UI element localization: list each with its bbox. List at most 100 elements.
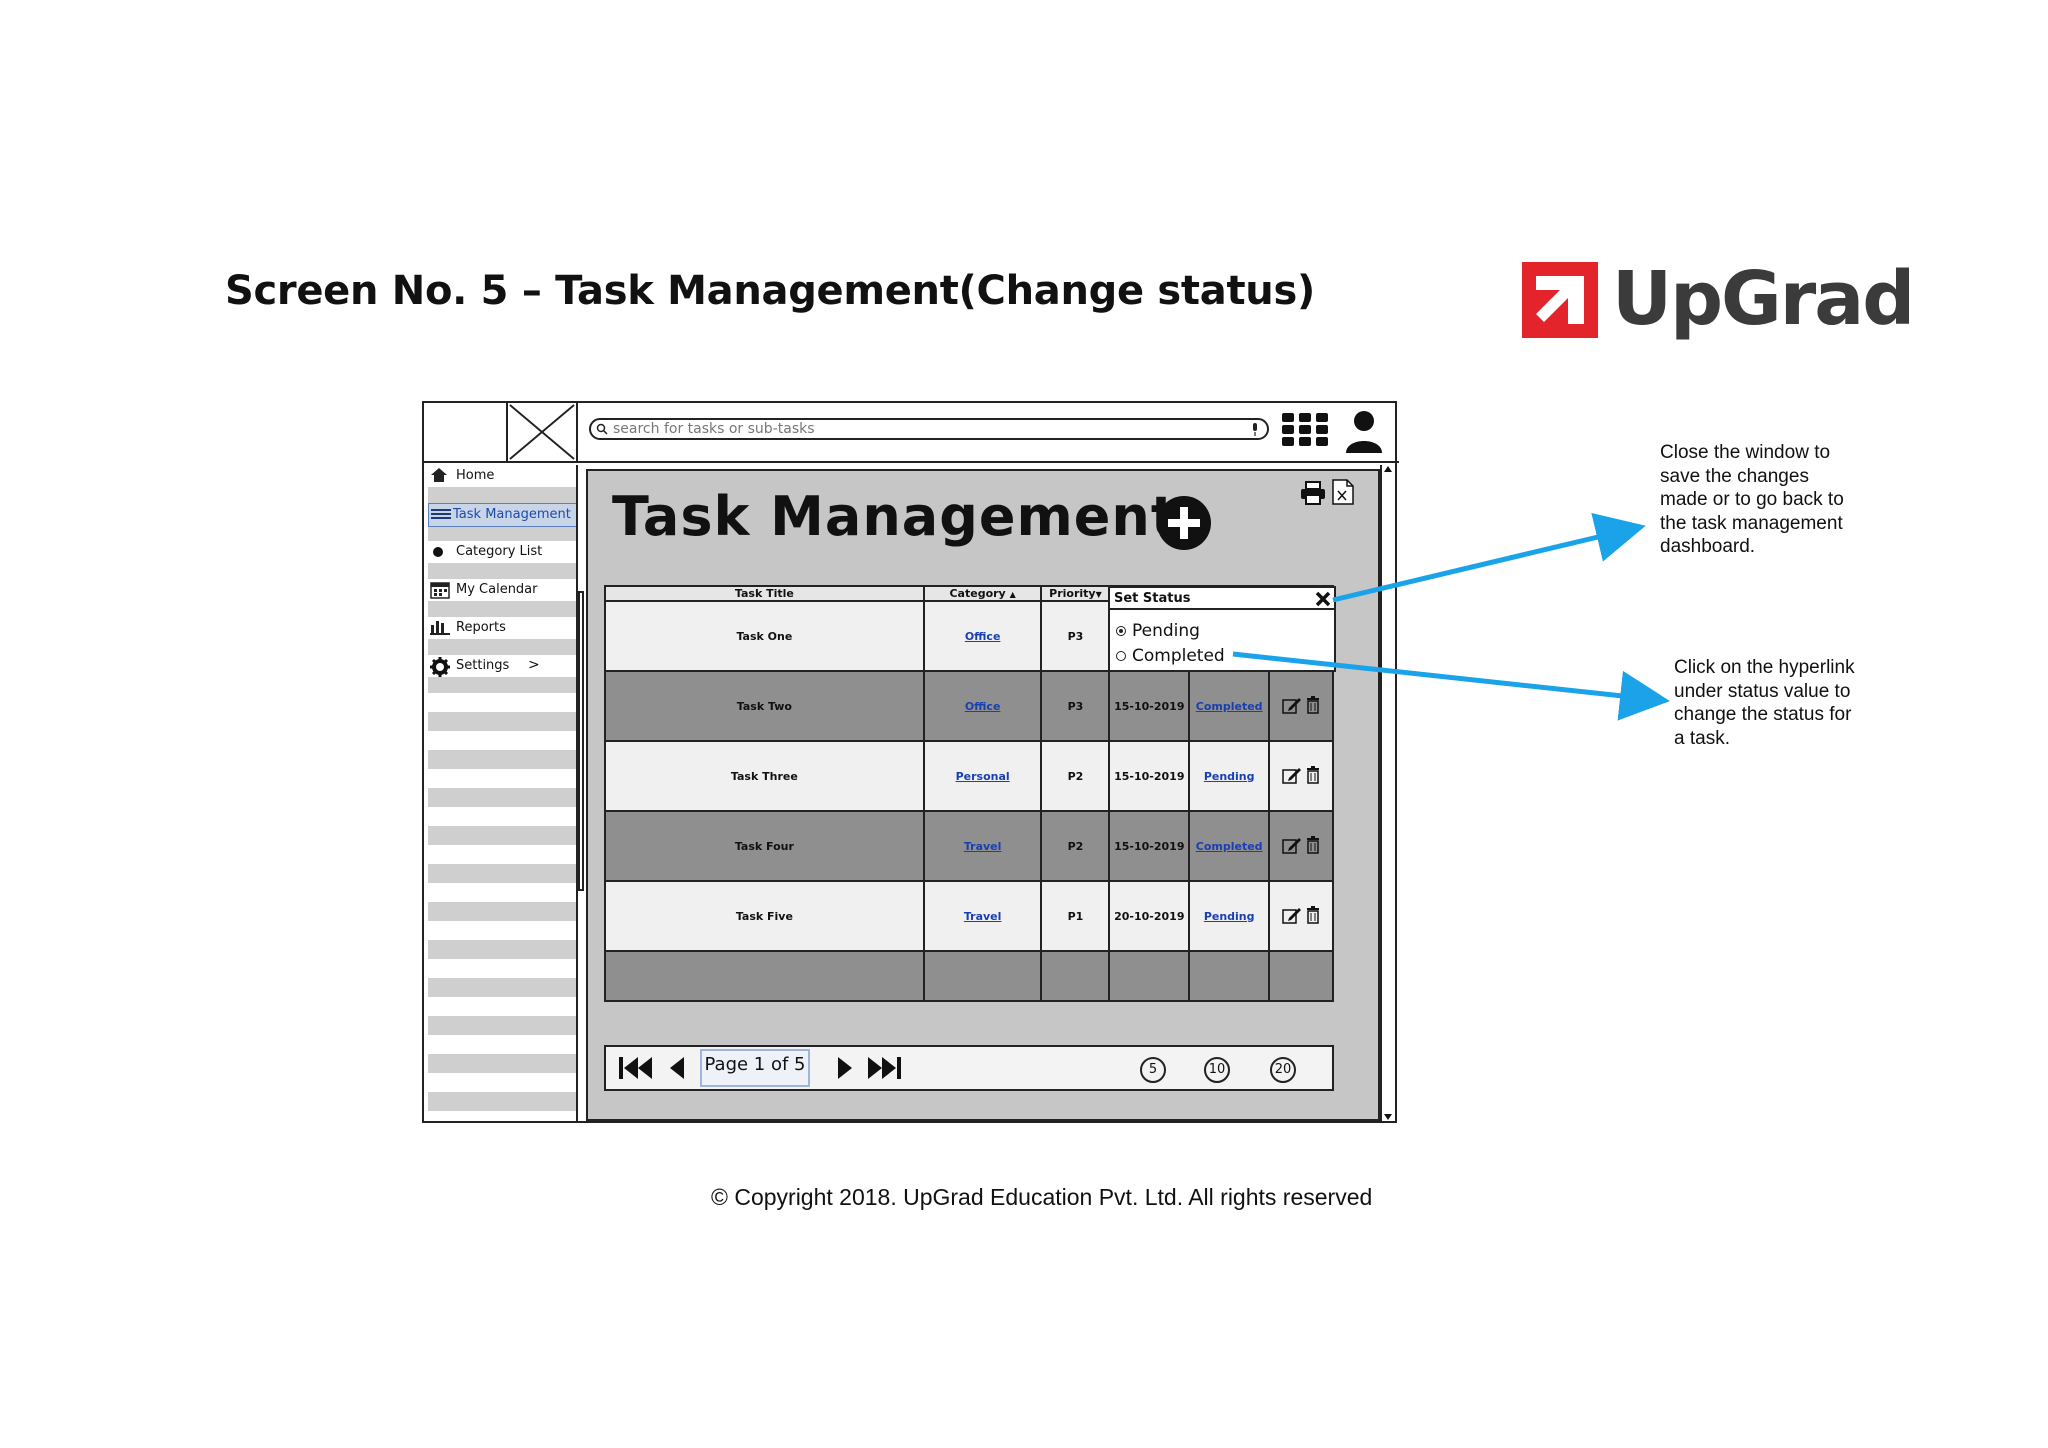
task-title-cell: Task One bbox=[604, 600, 925, 672]
apps-grid-icon[interactable] bbox=[1280, 411, 1332, 449]
column-header-priority[interactable]: Priority▼ bbox=[1040, 585, 1111, 602]
empty-cell bbox=[1188, 950, 1271, 1002]
category-link[interactable]: Travel bbox=[964, 910, 1002, 923]
sidebar-item-reports[interactable]: Reports bbox=[428, 617, 576, 639]
slide-title: Screen No. 5 – Task Management(Change st… bbox=[225, 268, 1315, 314]
priority-cell: P3 bbox=[1040, 670, 1111, 742]
status-cell: Completed bbox=[1188, 810, 1271, 882]
previous-page-icon[interactable] bbox=[668, 1055, 686, 1081]
delete-icon[interactable] bbox=[1306, 695, 1320, 714]
status-link[interactable]: Pending bbox=[1204, 770, 1255, 783]
category-cell: Office bbox=[922, 600, 1043, 672]
actions-cell bbox=[1268, 880, 1334, 952]
upgrad-logo: UpGrad bbox=[1522, 256, 1915, 342]
search-input[interactable]: search for tasks or sub-tasks bbox=[589, 418, 1269, 440]
table-row-empty bbox=[604, 950, 1334, 1002]
status-option-label: Completed bbox=[1132, 646, 1225, 666]
radio-unselected-icon[interactable] bbox=[1116, 651, 1126, 661]
bar-chart-icon bbox=[430, 621, 450, 635]
date-cell: 15-10-2019 bbox=[1108, 670, 1191, 742]
category-cell: Personal bbox=[922, 740, 1043, 812]
page-size-20[interactable]: 20 bbox=[1270, 1057, 1296, 1083]
empty-cell bbox=[604, 950, 925, 1002]
add-task-button[interactable] bbox=[1156, 495, 1212, 551]
column-header-label: Priority bbox=[1049, 587, 1096, 600]
next-page-icon[interactable] bbox=[836, 1055, 854, 1081]
print-icon[interactable] bbox=[1300, 481, 1326, 505]
image-placeholder-icon bbox=[509, 403, 578, 461]
table-row: Task Four Travel P2 15-10-2019 Completed bbox=[604, 810, 1334, 882]
status-cell: Completed bbox=[1188, 670, 1271, 742]
popup-header: Set Status bbox=[1110, 588, 1334, 610]
wireframe-mockup: search for tasks or sub-tasks Home Task … bbox=[422, 401, 1399, 1123]
category-link[interactable]: Travel bbox=[964, 840, 1002, 853]
priority-cell: P2 bbox=[1040, 740, 1111, 812]
pagination-bar: Page 1 of 5 5 10 20 bbox=[604, 1045, 1334, 1091]
status-option-pending[interactable]: Pending bbox=[1116, 621, 1200, 641]
sidebar-item-label: Settings bbox=[456, 658, 510, 673]
sidebar-item-settings[interactable]: Settings > bbox=[428, 655, 576, 677]
status-cell: Pending bbox=[1188, 740, 1271, 812]
main-content: Task Management Task Title Category ▲ Pr… bbox=[586, 469, 1380, 1121]
scroll-down-icon[interactable] bbox=[1383, 1113, 1393, 1121]
priority-cell: P2 bbox=[1040, 810, 1111, 882]
edit-icon[interactable] bbox=[1282, 906, 1302, 924]
status-option-completed[interactable]: Completed bbox=[1116, 646, 1225, 666]
export-excel-icon[interactable] bbox=[1332, 479, 1354, 505]
delete-icon[interactable] bbox=[1306, 905, 1320, 924]
category-cell: Office bbox=[922, 670, 1043, 742]
task-title-cell: Task Five bbox=[604, 880, 925, 952]
status-link[interactable]: Completed bbox=[1196, 840, 1263, 853]
chevron-right-icon: > bbox=[528, 657, 540, 673]
task-title-cell: Task Two bbox=[604, 670, 925, 742]
edit-icon[interactable] bbox=[1282, 696, 1302, 714]
page-size-10[interactable]: 10 bbox=[1204, 1057, 1230, 1083]
user-avatar-icon[interactable] bbox=[1344, 409, 1384, 453]
table-row: Task Five Travel P1 20-10-2019 Pending bbox=[604, 880, 1334, 952]
sidebar-item-my-calendar[interactable]: My Calendar bbox=[428, 579, 576, 601]
page-size-5[interactable]: 5 bbox=[1140, 1057, 1166, 1083]
copyright-footer: © Copyright 2018. UpGrad Education Pvt. … bbox=[711, 1184, 1373, 1210]
category-link[interactable]: Personal bbox=[956, 770, 1010, 783]
sidebar-item-home[interactable]: Home bbox=[428, 465, 576, 487]
microphone-icon[interactable] bbox=[1251, 423, 1259, 436]
sidebar: Home Task Management Category List My Ca… bbox=[428, 465, 578, 1121]
table-row: Task Three Personal P2 15-10-2019 Pendin… bbox=[604, 740, 1334, 812]
radio-selected-icon[interactable] bbox=[1116, 626, 1126, 636]
dropdown-icon: ▼ bbox=[1095, 590, 1102, 599]
annotation-status-hyperlink: Click on the hyperlink under status valu… bbox=[1674, 657, 1855, 749]
first-page-icon[interactable] bbox=[618, 1055, 654, 1081]
sidebar-item-label: Category List bbox=[456, 544, 543, 559]
table-row: Task Two Office P3 15-10-2019 Completed bbox=[604, 670, 1334, 742]
sidebar-item-category-list[interactable]: Category List bbox=[428, 541, 576, 563]
column-header-category[interactable]: Category ▲ bbox=[922, 585, 1043, 602]
brand-name: UpGrad bbox=[1612, 256, 1915, 342]
list-icon bbox=[431, 509, 451, 519]
popup-title: Set Status bbox=[1114, 591, 1191, 606]
last-page-icon[interactable] bbox=[866, 1055, 902, 1081]
scroll-up-icon[interactable] bbox=[1383, 465, 1393, 473]
edit-icon[interactable] bbox=[1282, 836, 1302, 854]
empty-cell bbox=[1268, 950, 1334, 1002]
sidebar-item-task-management[interactable]: Task Management bbox=[428, 503, 576, 527]
status-link[interactable]: Completed bbox=[1196, 700, 1263, 713]
close-icon[interactable] bbox=[1314, 590, 1332, 608]
sidebar-item-label: Reports bbox=[456, 620, 506, 635]
status-link[interactable]: Pending bbox=[1204, 910, 1255, 923]
delete-icon[interactable] bbox=[1306, 765, 1320, 784]
date-cell: 20-10-2019 bbox=[1108, 880, 1191, 952]
priority-cell: P1 bbox=[1040, 880, 1111, 952]
date-cell: 15-10-2019 bbox=[1108, 740, 1191, 812]
column-header-title[interactable]: Task Title bbox=[604, 585, 925, 602]
sidebar-item-label: My Calendar bbox=[456, 582, 538, 597]
page-title: Task Management bbox=[612, 485, 1178, 548]
content-scrollbar[interactable] bbox=[1380, 465, 1394, 1121]
delete-icon[interactable] bbox=[1306, 835, 1320, 854]
sidebar-scrollbar[interactable] bbox=[578, 591, 584, 891]
gear-icon bbox=[430, 657, 450, 677]
empty-cell bbox=[1040, 950, 1111, 1002]
category-link[interactable]: Office bbox=[965, 630, 1001, 643]
upgrad-logo-mark-icon bbox=[1522, 262, 1598, 338]
edit-icon[interactable] bbox=[1282, 766, 1302, 784]
category-link[interactable]: Office bbox=[965, 700, 1001, 713]
